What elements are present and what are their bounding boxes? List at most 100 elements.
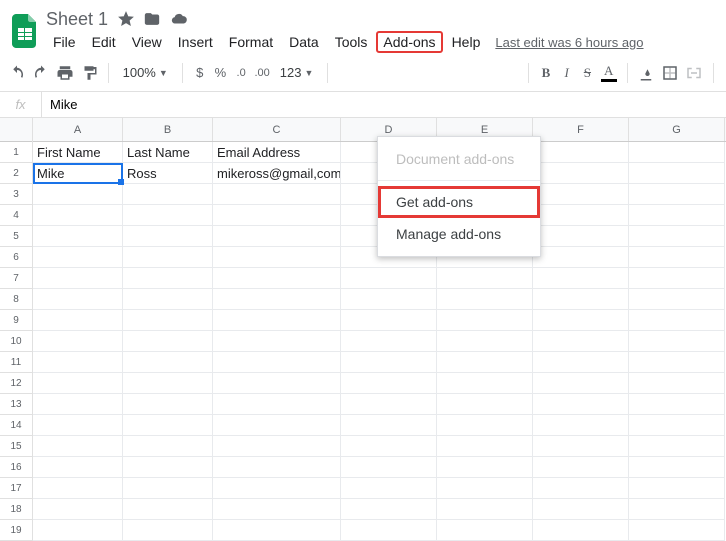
cell[interactable] (123, 436, 213, 457)
column-header-A[interactable]: A (33, 118, 123, 141)
menu-addons[interactable]: Add-ons (376, 31, 442, 53)
cell[interactable] (213, 331, 341, 352)
cell[interactable] (629, 373, 725, 394)
cell[interactable] (213, 310, 341, 331)
cell[interactable] (533, 478, 629, 499)
cell[interactable] (123, 478, 213, 499)
text-color-button[interactable]: A (601, 59, 617, 87)
cell[interactable] (341, 310, 437, 331)
cell[interactable] (123, 373, 213, 394)
cell[interactable] (437, 499, 533, 520)
row-header[interactable]: 18 (0, 499, 32, 520)
increase-decimals-button[interactable]: .00 (255, 59, 270, 87)
dropdown-get-addons[interactable]: Get add-ons (378, 186, 540, 218)
row-header[interactable]: 10 (0, 331, 32, 352)
cell[interactable] (213, 373, 341, 394)
cell[interactable] (341, 457, 437, 478)
cell[interactable] (33, 310, 123, 331)
cell[interactable] (123, 205, 213, 226)
cell[interactable] (123, 415, 213, 436)
cell[interactable] (123, 352, 213, 373)
cell[interactable] (437, 415, 533, 436)
cell[interactable] (437, 394, 533, 415)
column-header-B[interactable]: B (123, 118, 213, 141)
cell[interactable] (437, 436, 533, 457)
cell[interactable] (213, 436, 341, 457)
cell[interactable] (33, 457, 123, 478)
format-currency-button[interactable]: $ (192, 59, 207, 87)
fill-color-button[interactable] (637, 59, 655, 87)
cell[interactable] (123, 184, 213, 205)
italic-button[interactable]: I (559, 59, 574, 87)
row-header[interactable]: 6 (0, 247, 32, 268)
cell[interactable] (123, 247, 213, 268)
column-header-C[interactable]: C (213, 118, 341, 141)
menu-edit[interactable]: Edit (85, 31, 123, 53)
row-header[interactable]: 5 (0, 226, 32, 247)
decrease-decimals-button[interactable]: .0 (234, 59, 249, 87)
row-header[interactable]: 1 (0, 142, 32, 163)
cell[interactable] (437, 331, 533, 352)
move-icon[interactable] (144, 11, 160, 27)
cell[interactable] (123, 289, 213, 310)
cell[interactable] (341, 352, 437, 373)
cell[interactable] (533, 310, 629, 331)
cell[interactable]: Mike (33, 163, 123, 184)
formula-input[interactable] (42, 92, 726, 117)
borders-button[interactable] (661, 59, 679, 87)
cell[interactable] (629, 520, 725, 541)
cell[interactable] (123, 520, 213, 541)
zoom-select[interactable]: 100%▼ (119, 65, 172, 80)
cell[interactable] (629, 142, 725, 163)
cell[interactable] (123, 499, 213, 520)
cell[interactable] (437, 289, 533, 310)
cell[interactable] (533, 184, 629, 205)
paint-format-button[interactable] (80, 59, 98, 87)
last-edit-link[interactable]: Last edit was 6 hours ago (495, 35, 643, 50)
cell[interactable]: Email Address (213, 142, 341, 163)
cell[interactable] (533, 436, 629, 457)
menu-tools[interactable]: Tools (328, 31, 375, 53)
cell[interactable] (533, 394, 629, 415)
cell[interactable] (533, 226, 629, 247)
cell[interactable] (341, 331, 437, 352)
cell[interactable] (341, 415, 437, 436)
row-header[interactable]: 13 (0, 394, 32, 415)
sheets-logo-icon[interactable] (12, 13, 38, 49)
cell[interactable] (437, 268, 533, 289)
row-header[interactable]: 12 (0, 373, 32, 394)
cell[interactable] (213, 268, 341, 289)
row-header[interactable]: 19 (0, 520, 32, 541)
cell[interactable] (437, 520, 533, 541)
undo-button[interactable] (8, 59, 26, 87)
cell[interactable] (33, 205, 123, 226)
cell[interactable] (533, 247, 629, 268)
row-header[interactable]: 15 (0, 436, 32, 457)
cell[interactable] (629, 457, 725, 478)
cell[interactable] (213, 457, 341, 478)
cell[interactable] (213, 247, 341, 268)
cell[interactable] (341, 394, 437, 415)
row-header[interactable]: 4 (0, 205, 32, 226)
print-button[interactable] (56, 59, 74, 87)
cell[interactable] (629, 478, 725, 499)
row-header[interactable]: 2 (0, 163, 32, 184)
cell[interactable] (341, 499, 437, 520)
row-header[interactable]: 14 (0, 415, 32, 436)
cell[interactable] (33, 520, 123, 541)
cell[interactable] (533, 373, 629, 394)
cell[interactable] (33, 247, 123, 268)
cell[interactable] (629, 247, 725, 268)
cell[interactable] (213, 184, 341, 205)
cell[interactable] (33, 289, 123, 310)
cell[interactable] (533, 352, 629, 373)
cell[interactable] (123, 226, 213, 247)
cell[interactable] (213, 205, 341, 226)
cell[interactable] (533, 331, 629, 352)
cell[interactable] (341, 436, 437, 457)
cell[interactable] (213, 415, 341, 436)
merge-cells-button[interactable] (685, 59, 703, 87)
cell[interactable] (123, 268, 213, 289)
bold-button[interactable]: B (539, 59, 554, 87)
cell[interactable] (213, 352, 341, 373)
